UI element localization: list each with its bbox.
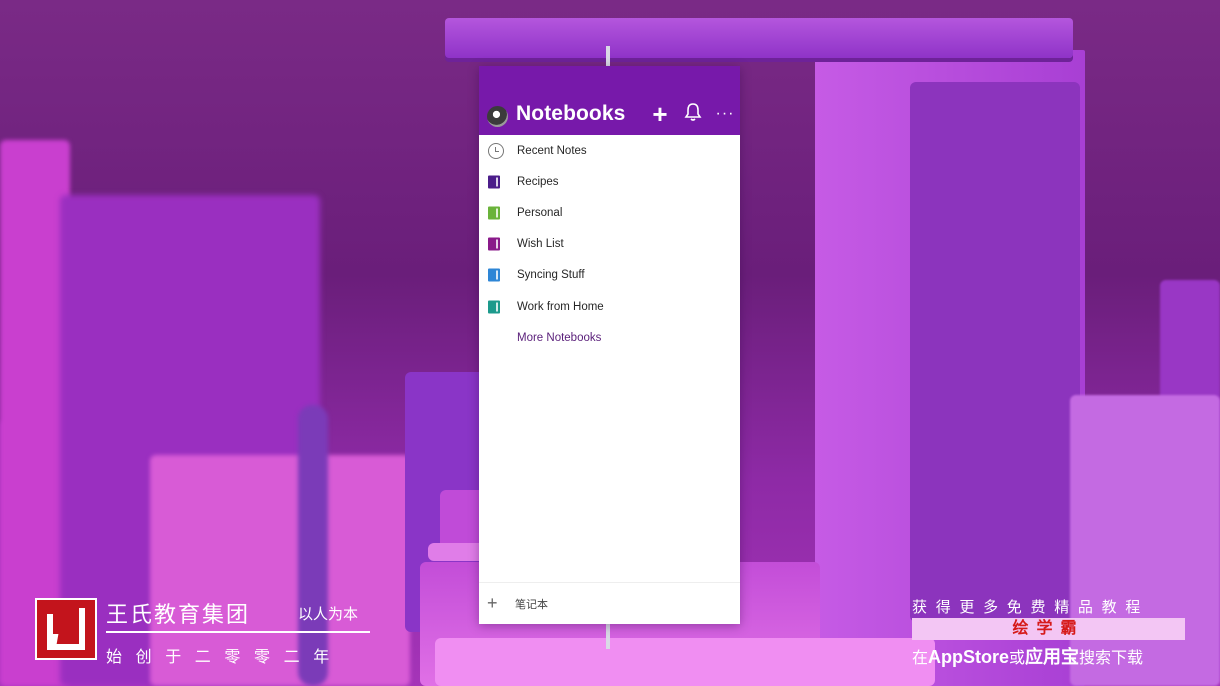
promo-app-name: 绘学霸 (912, 618, 1185, 640)
list-item-label: Work from Home (517, 300, 604, 313)
brand-divider (106, 631, 370, 633)
notebook-icon (488, 206, 500, 220)
promo-download: 在AppStore或应用宝搜索下载 (912, 643, 1143, 669)
bg-shelf (445, 18, 1073, 58)
promo-download-prefix: 在 (912, 650, 929, 667)
list-item-notebook[interactable]: Syncing Stuff (479, 260, 740, 291)
list-item-label: Recent Notes (517, 144, 587, 157)
more-notebooks-link[interactable]: More Notebooks (479, 322, 740, 353)
bell-icon (684, 103, 702, 121)
brand-motto: 以人为本 (298, 606, 359, 623)
notifications-button[interactable] (682, 102, 704, 126)
hanging-wire (606, 46, 610, 66)
panel-footer: + 笔记本 (479, 582, 740, 624)
add-notebook-button[interactable]: + (649, 101, 671, 127)
list-item-label: Syncing Stuff (517, 269, 585, 282)
brand-founded: 始创于二零零二年 (106, 649, 343, 666)
list-item-notebook[interactable]: Work from Home (479, 291, 740, 322)
footer-label: 笔记本 (515, 598, 548, 611)
brand-name: 王氏教育集团 (106, 602, 251, 627)
notebooks-panel: Notebooks + ··· Recent Notes Recipes Per… (479, 66, 740, 624)
page-title: Notebooks (516, 102, 626, 125)
bg-floor (435, 638, 935, 686)
add-icon[interactable]: + (487, 593, 498, 614)
promo-store-1: AppStore (928, 647, 1010, 667)
bg-pillar-panel (910, 82, 1080, 622)
promo-text: 获得更多免费精品教程 (912, 599, 1150, 616)
avatar[interactable] (487, 106, 508, 127)
clock-icon (488, 142, 504, 159)
list-item-notebook[interactable]: Wish List (479, 229, 740, 260)
promo-download-suffix: 搜索下载 (1079, 650, 1144, 667)
more-notebooks-label: More Notebooks (517, 331, 602, 344)
list-item-label: Personal (517, 206, 563, 219)
more-options-button[interactable]: ··· (714, 102, 736, 126)
notebook-icon (488, 300, 500, 314)
list-item-label: Wish List (517, 238, 564, 251)
list-item-notebook[interactable]: Personal (479, 197, 740, 228)
list-item-label: Recipes (517, 175, 559, 188)
title-bar: Notebooks + ··· (479, 66, 740, 135)
notebook-icon (488, 268, 500, 282)
notebook-icon (488, 237, 500, 251)
notebook-list: Recent Notes Recipes Personal Wish List … (479, 135, 740, 353)
brand-logo (35, 598, 97, 660)
hanging-wire (606, 623, 610, 649)
list-item-notebook[interactable]: Recipes (479, 166, 740, 197)
promo-store-2: 应用宝 (1025, 647, 1080, 667)
promo-download-or: 或 (1009, 650, 1026, 667)
notebook-icon (488, 175, 500, 189)
list-item-recent-notes[interactable]: Recent Notes (479, 135, 740, 166)
